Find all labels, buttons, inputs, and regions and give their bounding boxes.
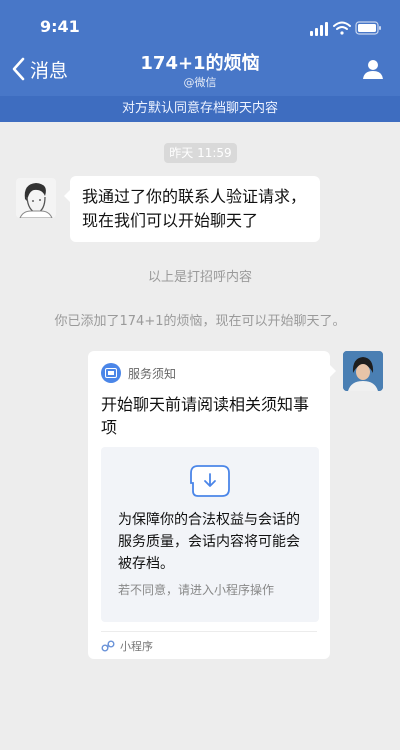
- page-subtitle: @微信: [183, 76, 217, 89]
- mini-program-footer: 小程序: [101, 638, 153, 654]
- card-header: 服务须知: [101, 363, 176, 383]
- status-icons: [310, 21, 381, 36]
- incoming-message-bubble[interactable]: 我通过了你的联系人验证请求，现在我们可以开始聊天了: [64, 176, 320, 242]
- wifi-icon: [333, 21, 351, 35]
- added-contact-notice: 你已添加了174+1的烦恼，现在可以开始聊天了。: [54, 314, 346, 329]
- disagree-hint: 若不同意，请进入小程序操作: [118, 583, 275, 597]
- signal-icon: [310, 22, 328, 36]
- navigation-bar: 消息 174+1的烦恼 @微信: [0, 44, 400, 96]
- card-divider: [101, 631, 317, 632]
- person-icon: [363, 60, 383, 79]
- message-timestamp: 昨天 11:59: [164, 143, 237, 163]
- contact-avatar[interactable]: [16, 178, 56, 218]
- mini-program-card[interactable]: 服务须知 开始聊天前请阅读相关须知事项 为保障你的合法权益与会话的服务质量，会话…: [88, 351, 336, 659]
- battery-icon: [355, 21, 381, 35]
- sketch-portrait-icon: [19, 183, 53, 218]
- service-notice-icon: [101, 363, 121, 383]
- greeting-notice: 以上是打招呼内容: [147, 270, 252, 285]
- service-label: 服务须知: [128, 366, 177, 381]
- profile-photo-icon: [343, 351, 383, 391]
- mini-program-icon: [101, 640, 115, 652]
- card-title: 开始聊天前请阅读相关须知事项: [101, 395, 310, 437]
- archive-notice-banner: 对方默认同意存档聊天内容: [0, 96, 400, 122]
- archive-notice-text: 为保障你的合法权益与会话的服务质量，会话内容将可能会被存档。: [118, 512, 300, 572]
- contact-info-button[interactable]: [362, 58, 384, 84]
- header: 9:41 消息 174+1的烦恼 @微信 对方默认同意存档聊天内容: [0, 0, 400, 122]
- download-box-icon: [190, 465, 230, 497]
- mini-program-label: 小程序: [120, 640, 153, 653]
- status-bar: 9:41: [0, 0, 400, 44]
- card-preview: 为保障你的合法权益与会话的服务质量，会话内容将可能会被存档。 若不同意，请进入小…: [101, 447, 319, 622]
- my-avatar[interactable]: [343, 351, 383, 391]
- status-time: 9:41: [40, 17, 80, 36]
- page-title: 174+1的烦恼: [140, 53, 260, 74]
- title-block: 174+1的烦恼 @微信: [0, 52, 400, 90]
